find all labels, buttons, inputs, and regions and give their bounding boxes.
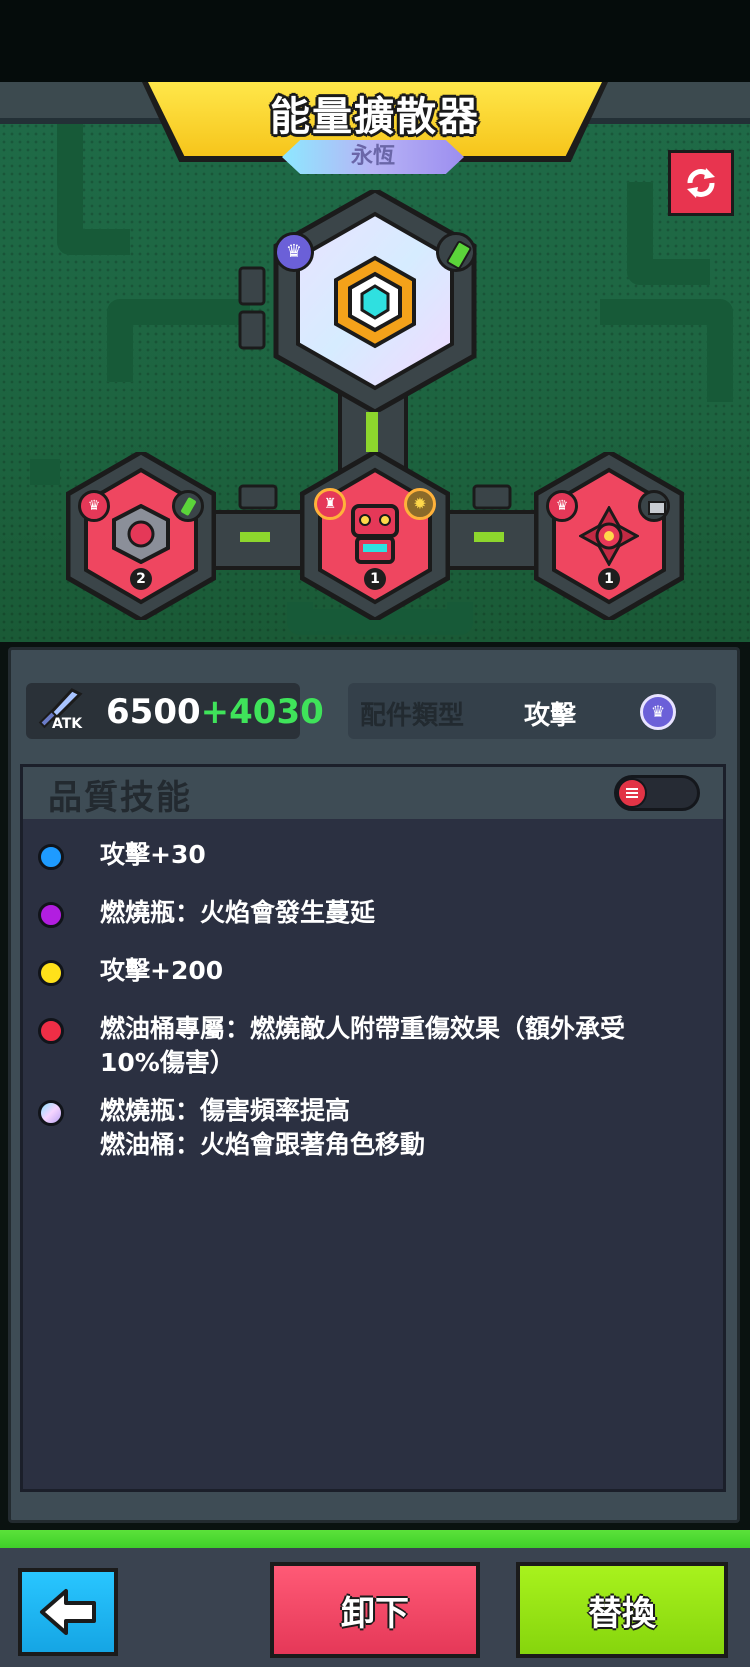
skills-filter-toggle[interactable]: [614, 775, 700, 811]
menu-lines-icon: [617, 778, 647, 808]
back-button[interactable]: [18, 1568, 118, 1656]
bottom-accent-strip: [0, 1530, 750, 1548]
stack-count-badge: 1: [364, 568, 386, 590]
molotov-bottle-icon: [436, 232, 476, 272]
replace-button[interactable]: 替換: [516, 1562, 728, 1658]
stack-count-badge: 1: [598, 568, 620, 590]
crown-badge-icon: ♛: [78, 490, 110, 522]
skill-color-dot: [38, 960, 64, 986]
crown-badge-icon: ♛: [274, 232, 314, 272]
skill-text: 攻擊+30: [100, 840, 206, 869]
gear-badge-icon: ✹: [404, 488, 436, 520]
skill-color-dot: [38, 902, 64, 928]
quality-skills-title: 品質技能: [48, 778, 192, 818]
skill-item: 燃燒瓶：火焰會發生蔓延: [38, 896, 698, 936]
skill-color-dot: [38, 1100, 64, 1126]
atk-value: 6500+4030: [106, 692, 324, 732]
child-node-1[interactable]: ♛ 2: [65, 449, 217, 623]
skill-text: 燃燒瓶：傷害頻率提高 燃油桶：火焰會跟著角色移動: [100, 1096, 426, 1159]
stack-count-badge: 2: [130, 568, 152, 590]
skill-text: 攻擊+200: [100, 956, 224, 985]
hex-drone-icon: [112, 504, 170, 564]
arrow-left-icon: [40, 1589, 96, 1635]
fuel-barrel-icon: [638, 490, 670, 522]
robot-icon: [351, 504, 399, 564]
skill-item: 攻擊+200: [38, 954, 698, 994]
child-node-3[interactable]: ♛ 1: [533, 449, 685, 623]
shield-badge-icon: ♜: [314, 488, 346, 520]
skill-item: 攻擊+30: [38, 838, 698, 878]
crown-badge-icon: ♛: [640, 694, 676, 730]
accessory-type-label: 配件類型: [360, 701, 465, 731]
unequip-button[interactable]: 卸下: [270, 1562, 480, 1658]
skill-color-dot: [38, 1018, 64, 1044]
skill-text: 燃油桶專屬：燃燒敵人附帶重傷效果（額外承受 10%傷害）: [100, 1014, 626, 1077]
energy-diffuser-icon: [334, 255, 416, 349]
skill-color-dot: [38, 844, 64, 870]
target-core-icon: [579, 506, 639, 566]
accessory-type-value: 攻擊: [524, 701, 577, 731]
atk-bonus-value: +4030: [200, 692, 324, 732]
skill-item: 燃油桶專屬：燃燒敵人附帶重傷效果（額外承受 10%傷害）: [38, 1012, 698, 1082]
crown-badge-icon: ♛: [546, 490, 578, 522]
child-node-2[interactable]: ♜ ✹ 1: [299, 449, 451, 623]
molotov-bottle-icon: [172, 490, 204, 522]
skill-item: 燃燒瓶：傷害頻率提高 燃油桶：火焰會跟著角色移動: [38, 1094, 698, 1164]
skill-text: 燃燒瓶：火焰會發生蔓延: [100, 898, 376, 927]
atk-label: ATK: [52, 716, 83, 732]
main-equipment-node[interactable]: ♛: [264, 187, 486, 415]
atk-base-value: 6500: [106, 692, 201, 732]
